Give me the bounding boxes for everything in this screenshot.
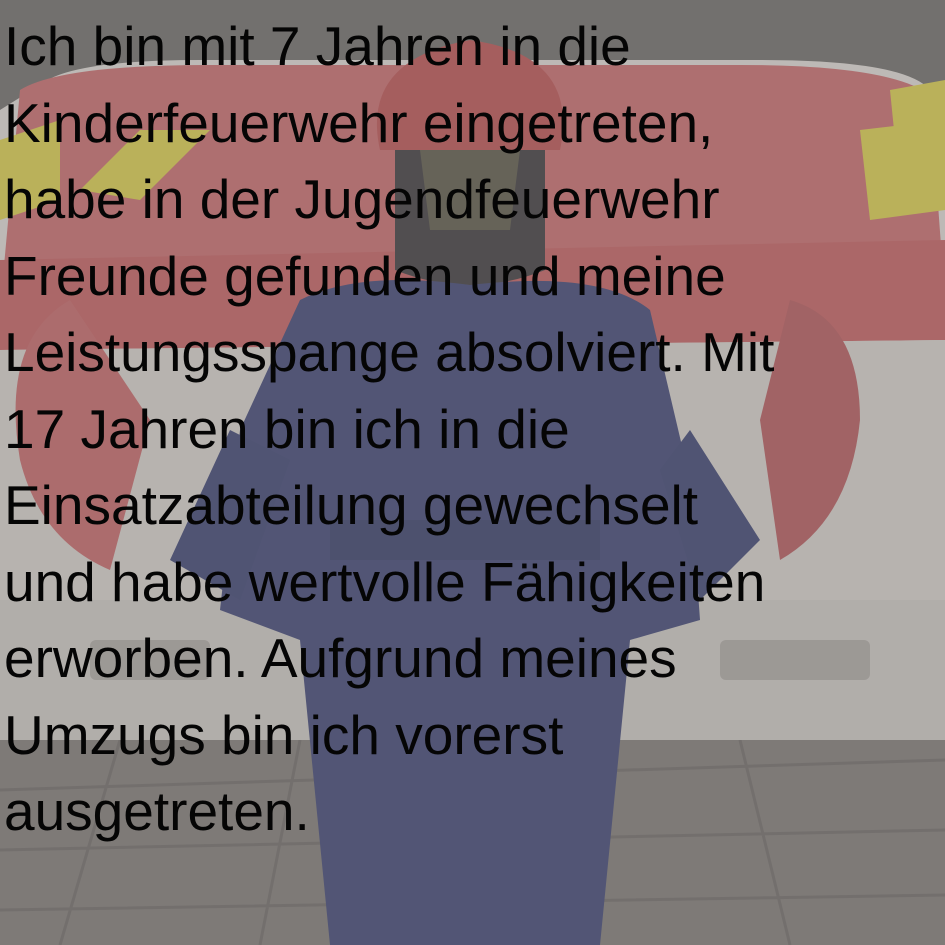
- caption-line: Kinderfeuerwehr eingetreten,: [4, 91, 714, 154]
- caption-line: erworben. Aufgrund meines: [4, 627, 677, 689]
- caption-text: Ich bin mit 7 Jahren in die Kinderfeuerw…: [4, 8, 942, 850]
- caption-line: und habe wertvolle Fähigkeiten: [4, 550, 766, 613]
- caption-line: habe in der Jugendfeuerwehr: [4, 168, 720, 230]
- caption-line: Freunde gefunden und meine: [4, 244, 726, 307]
- caption-line: Leistungsspange absolviert. Mit: [4, 321, 775, 383]
- photo-post: Ich bin mit 7 Jahren in die Kinderfeuerw…: [0, 0, 945, 945]
- caption-line: 17 Jahren bin ich in die: [4, 397, 570, 460]
- caption-line: Einsatzabteilung gewechselt: [4, 474, 699, 536]
- caption-line: ausgetreten.: [4, 780, 310, 842]
- caption-line: Umzugs bin ich vorerst: [4, 703, 564, 766]
- caption-line: Ich bin mit 7 Jahren in die: [4, 15, 631, 77]
